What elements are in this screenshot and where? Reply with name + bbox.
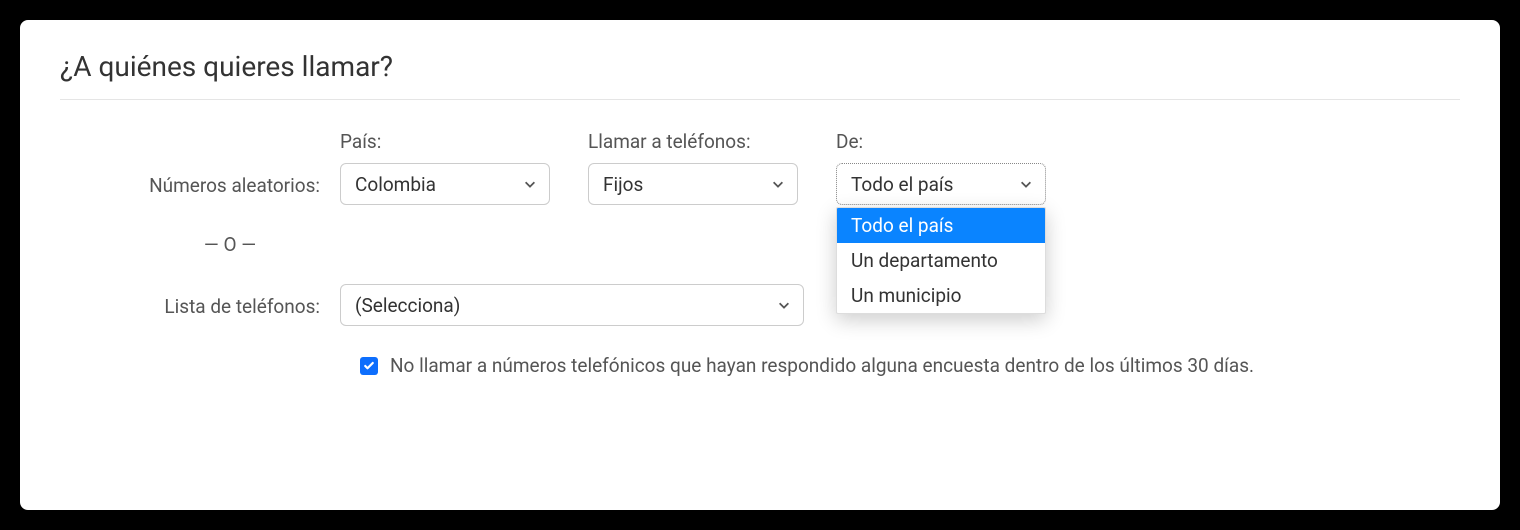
phone-list-row: Lista de teléfonos: (Selecciona) [60,284,1460,326]
phone-type-field: Llamar a teléfonos: Fijos [588,130,798,205]
chevron-down-icon [523,177,537,191]
scope-select-value: Todo el país [851,173,953,196]
dropdown-option-un-departamento[interactable]: Un departamento [837,243,1045,278]
phone-type-select-value: Fijos [603,173,643,196]
page-title: ¿A quiénes quieres llamar? [60,50,1460,100]
scope-dropdown: Todo el país Un departamento Un municipi… [836,207,1046,314]
no-call-checkbox-label: No llamar a números telefónicos que haya… [390,354,1254,377]
random-numbers-row: Números aleatorios: País: Colombia Llama… [60,130,1460,205]
phone-type-select[interactable]: Fijos [588,163,798,205]
phone-list-select-value: (Selecciona) [355,294,460,317]
country-select[interactable]: Colombia [340,163,550,205]
phone-type-label: Llamar a teléfonos: [588,130,798,153]
chevron-down-icon [771,177,785,191]
dropdown-option-todo-el-pais[interactable]: Todo el país [837,208,1045,243]
chevron-down-icon [777,298,791,312]
checkbox-row: No llamar a números telefónicos que haya… [60,354,1460,377]
country-field: País: Colombia [340,130,550,205]
country-label: País: [340,130,550,153]
scope-field: De: Todo el país Todo el país Un departa… [836,130,1046,205]
phone-list-label: Lista de teléfonos: [60,295,340,326]
scope-label: De: [836,130,1046,153]
phone-list-select[interactable]: (Selecciona) [340,284,804,326]
dropdown-option-un-municipio[interactable]: Un municipio [837,278,1045,313]
random-numbers-label: Números aleatorios: [60,174,340,205]
or-separator: — O — [60,233,340,256]
scope-select[interactable]: Todo el país [836,163,1046,205]
country-select-value: Colombia [355,173,436,196]
field-group: País: Colombia Llamar a teléfonos: Fijos [340,130,1046,205]
or-row: — O — [60,233,1460,256]
form-card: ¿A quiénes quieres llamar? Números aleat… [20,20,1500,510]
chevron-down-icon [1019,177,1033,191]
no-call-checkbox[interactable] [360,357,378,375]
